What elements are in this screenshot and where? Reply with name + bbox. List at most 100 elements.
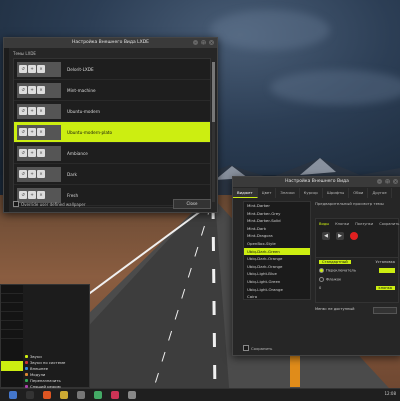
widget-theme-item[interactable]: Ubiq-Light-Orange [244, 286, 310, 294]
list-header: Темы LXDE [13, 51, 36, 56]
menu-category-selected[interactable] [1, 361, 23, 371]
theme-list-item[interactable]: ↺ + × Delorit-LXDE [14, 59, 210, 80]
tab-6[interactable]: Другое [368, 188, 392, 198]
theme-list-item[interactable]: ↺ + × Ubuntu-modern [14, 101, 210, 122]
widget-theme-item[interactable]: Mint-Dark [244, 225, 310, 233]
window-titlebar[interactable]: Настройка Внешнего Вида LXDE – □ × [4, 38, 217, 48]
menu-item-icon [25, 360, 28, 364]
terminal-icon[interactable] [26, 391, 34, 399]
menu-category[interactable] [1, 321, 23, 330]
add-icon: + [28, 107, 36, 115]
close-button[interactable]: Close [173, 199, 211, 209]
spin-button[interactable]: кнопка [375, 286, 395, 290]
minimize-icon[interactable]: – [193, 40, 198, 45]
preview-back-icon[interactable]: ◀ [322, 232, 330, 240]
theme-name: Ubuntu-modern [67, 108, 101, 114]
radio-checkbox[interactable] [319, 277, 324, 282]
toggle-switch[interactable] [379, 268, 395, 273]
spin-value[interactable]: 0 [319, 286, 321, 290]
preview-info-text: Предварительный просмотр темы [315, 201, 384, 206]
music-icon[interactable] [111, 391, 119, 399]
start-menu: Звуки Звуки по системе Внешнее Модули Перена… [0, 284, 90, 389]
browser-icon[interactable] [43, 391, 51, 399]
tab-5[interactable]: Обои [349, 188, 369, 198]
menu-dropdown[interactable] [373, 307, 397, 314]
text-icon[interactable] [128, 391, 136, 399]
save-label: Сохранить [251, 345, 273, 351]
theme-list-item[interactable]: ↺ + × Mint-machine [14, 80, 210, 101]
widget-theme-item[interactable]: OpenBox-Style [244, 240, 310, 248]
override-wallpaper-label: Override user defined wallpaper [21, 201, 86, 207]
files-icon[interactable] [9, 391, 17, 399]
menu-item-label: Звуки [30, 353, 42, 359]
preview-subtab[interactable]: Ползунки [355, 222, 373, 226]
theme-list-item[interactable]: ↺ + × Ambiance [14, 143, 210, 164]
theme-name: Dark [67, 171, 77, 177]
image-icon[interactable] [94, 391, 102, 399]
add-icon: + [28, 128, 36, 136]
refresh-icon: ↺ [19, 128, 27, 136]
widget-theme-list[interactable]: Mint-Darker Mint-Darker-Grey Mint-Darker-S… [243, 201, 311, 300]
refresh-icon: ↺ [19, 149, 27, 157]
tab-2[interactable]: Значки [276, 188, 300, 198]
appearance-settings-window: Настройка Внешнего Вида – □ × Виджет Цвет… [232, 176, 400, 356]
maximize-icon[interactable]: □ [201, 40, 206, 45]
widget-theme-item[interactable]: Ubiq-Light-Blue [244, 270, 310, 278]
tab-1[interactable]: Цвет [258, 188, 277, 198]
preview-subtab[interactable]: Кнопки [335, 222, 349, 226]
widget-theme-item[interactable]: Ubiq-Light-Green [244, 278, 310, 286]
override-wallpaper-checkbox[interactable] [13, 201, 19, 207]
widget-theme-item[interactable]: Mint-Darker [244, 202, 310, 210]
preview-controls: Стандартный Установка Переключатель Флаж… [315, 257, 399, 303]
window-titlebar[interactable]: Настройка Внешнего Вида – □ × [233, 177, 400, 187]
menu-category[interactable] [1, 285, 23, 294]
save-checkbox[interactable] [243, 345, 249, 351]
menu-category[interactable] [1, 312, 23, 321]
menu-item-label: Переназначить [30, 377, 61, 383]
add-icon: + [28, 86, 36, 94]
menu-item-label: Модули [30, 371, 46, 377]
scrollbar[interactable] [212, 62, 215, 202]
close-icon: × [37, 191, 45, 199]
menu-category[interactable] [1, 330, 23, 339]
window-title: Настройка Внешнего Вида LXDE [71, 40, 150, 45]
add-icon: + [28, 170, 36, 178]
radio-switch[interactable] [319, 268, 324, 273]
option-install[interactable]: Установка [375, 260, 395, 264]
clock: 12:08 [384, 391, 396, 396]
widget-theme-item[interactable]: Mint-Darker-Solid [244, 217, 310, 225]
close-icon[interactable]: × [393, 179, 398, 184]
preview-record-icon[interactable] [350, 232, 358, 240]
menu-category[interactable] [1, 303, 23, 312]
option-standard[interactable]: Стандартный [319, 260, 351, 264]
widget-theme-item[interactable]: Mint-Darker-Grey [244, 210, 310, 218]
widget-theme-item[interactable]: Cairo [244, 293, 310, 299]
widget-theme-item[interactable]: Ubiq-Dark-Orange [244, 263, 310, 271]
menu-item-list: Звуки Звуки по системе Внешнее Модули Перена… [25, 353, 85, 389]
tab-3[interactable]: Курсор [300, 188, 323, 198]
scrollbar-thumb[interactable] [212, 62, 215, 122]
window-left-strip [4, 48, 9, 212]
refresh-icon: ↺ [19, 107, 27, 115]
preview-subtab[interactable]: Виды [319, 222, 329, 226]
maximize-icon[interactable]: □ [385, 179, 390, 184]
widget-theme-item[interactable]: Ubiq-Dark-Green [244, 247, 310, 256]
theme-preview-thumbnail: ↺ + × [17, 124, 61, 140]
close-icon: × [37, 86, 45, 94]
theme-list-item[interactable]: ↺ + × Dark [14, 164, 210, 185]
widget-theme-item[interactable]: Mint-Dragora [244, 232, 310, 240]
widget-theme-item[interactable]: Ubiq-Dark-Orange [244, 255, 310, 263]
tab-4[interactable]: Шрифты [323, 188, 350, 198]
preview-forward-icon[interactable]: ▶ [336, 232, 344, 240]
preview-subtab[interactable]: Сохранить [379, 222, 399, 226]
folder-icon[interactable] [60, 391, 68, 399]
menu-category[interactable] [1, 294, 23, 303]
theme-name: Delorit-LXDE [67, 66, 94, 72]
close-icon[interactable]: × [209, 40, 214, 45]
theme-list[interactable]: ↺ + × Delorit-LXDE ↺ + × Mint-machine ↺ + × Ubuntu-… [13, 58, 211, 208]
theme-list-item[interactable]: ↺ + × Ubuntu-modern-plato [14, 122, 210, 143]
settings-icon[interactable] [77, 391, 85, 399]
minimize-icon[interactable]: – [377, 179, 382, 184]
tab-0[interactable]: Виджет [233, 188, 258, 198]
close-icon: × [37, 170, 45, 178]
